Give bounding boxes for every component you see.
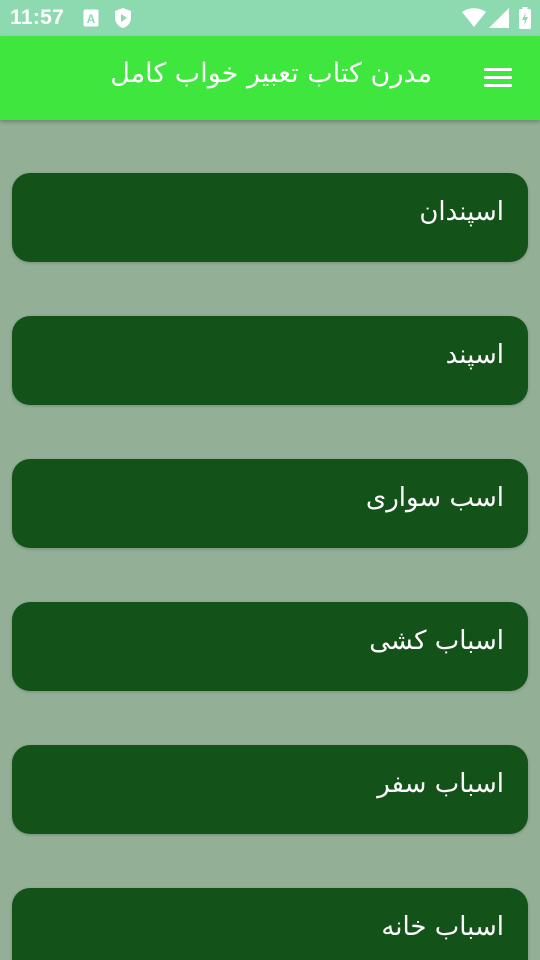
signal-icon — [489, 8, 509, 32]
list-item[interactable]: اسب سواری — [12, 459, 528, 548]
app-title: مدرن کتاب تعبیر خواب کامل — [110, 58, 432, 89]
list-item-label: اسباب خانه — [381, 912, 504, 942]
list-item[interactable]: اسباب خانه — [12, 888, 528, 960]
status-bar: 11:57 A — [0, 0, 540, 36]
list-item[interactable]: اسپندان — [12, 173, 528, 262]
list-item-label: اسب سواری — [365, 483, 504, 513]
list-item-label: اسباب کشی — [369, 626, 504, 656]
hamburger-menu-icon — [484, 68, 512, 71]
svg-text:A: A — [87, 12, 96, 26]
play-shield-icon — [114, 7, 132, 33]
battery-charging-icon — [519, 7, 531, 33]
list-item-label: اسباب سفر — [377, 769, 504, 799]
list-item[interactable]: اسباب سفر — [12, 745, 528, 834]
wifi-icon — [462, 8, 486, 32]
list-item[interactable]: اسباب کشی — [12, 602, 528, 691]
status-time: 11:57 — [10, 6, 65, 29]
menu-button[interactable] — [472, 56, 524, 100]
font-a-icon: A — [83, 9, 99, 31]
hamburger-menu-icon-bar — [484, 76, 512, 79]
dream-topic-list: اسپندان اسپند اسب سواری اسباب کشی اسباب … — [0, 120, 540, 960]
list-item-label: اسپندان — [419, 197, 504, 227]
hamburger-menu-icon-bar — [484, 84, 512, 87]
app-bar: مدرن کتاب تعبیر خواب کامل — [0, 36, 540, 120]
list-item[interactable]: اسپند — [12, 316, 528, 405]
list-item-label: اسپند — [445, 340, 504, 370]
